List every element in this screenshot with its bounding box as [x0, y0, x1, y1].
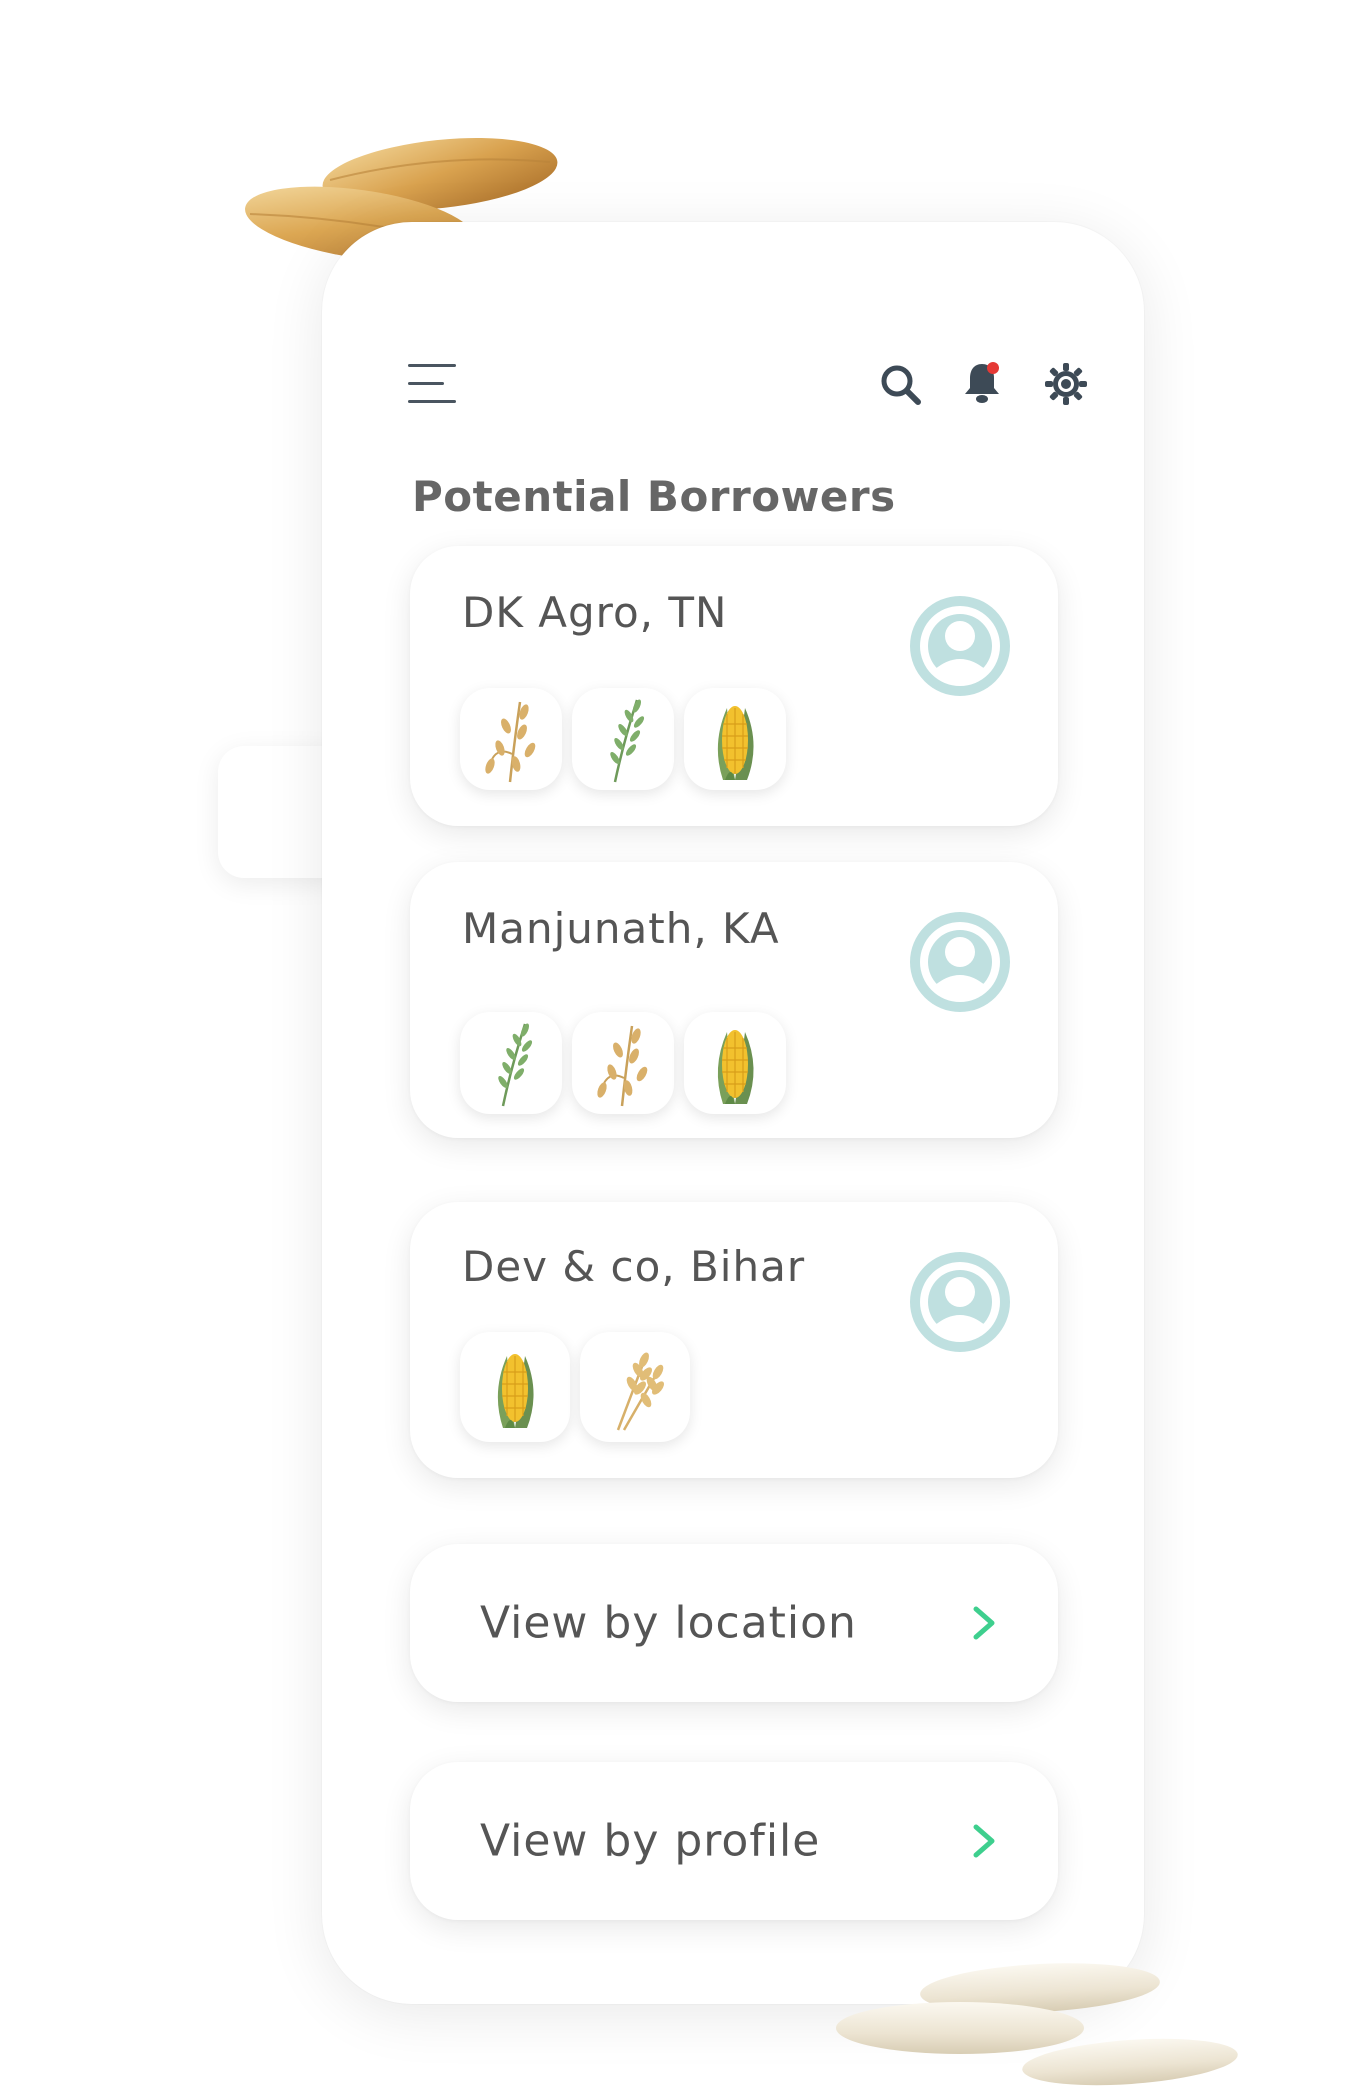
borrower-card[interactable]: Dev & co, Bihar	[410, 1202, 1058, 1478]
chevron-right-icon	[973, 1824, 995, 1858]
page-title: Potential Borrowers	[412, 472, 896, 521]
user-avatar-icon	[910, 912, 1010, 1012]
view-by-location-button[interactable]: View by location	[410, 1544, 1058, 1702]
crop-millet-icon	[460, 1012, 562, 1114]
crop-list	[460, 688, 786, 790]
view-by-profile-label: View by profile	[480, 1815, 821, 1867]
crop-millet-icon	[572, 688, 674, 790]
borrower-name: Manjunath, KA	[462, 904, 780, 953]
borrower-name: DK Agro, TN	[462, 588, 728, 637]
search-icon[interactable]	[878, 362, 922, 406]
notification-dot	[987, 362, 999, 374]
screen: Potential Borrowers DK Agro, TN Manjunat…	[0, 0, 1361, 2098]
crop-list	[460, 1012, 786, 1114]
borrower-name: Dev & co, Bihar	[462, 1242, 806, 1291]
gear-icon[interactable]	[1044, 362, 1088, 406]
view-by-location-label: View by location	[480, 1597, 857, 1649]
crop-corn-icon	[684, 688, 786, 790]
phone-frame: Potential Borrowers DK Agro, TN Manjunat…	[322, 222, 1144, 2004]
crop-list	[460, 1332, 690, 1442]
view-by-profile-button[interactable]: View by profile	[410, 1762, 1058, 1920]
chevron-right-icon	[973, 1606, 995, 1640]
borrower-card[interactable]: Manjunath, KA	[410, 862, 1058, 1138]
user-avatar-icon	[910, 1252, 1010, 1352]
crop-oat-icon	[572, 1012, 674, 1114]
rice-grain-decoration-bottom	[836, 1963, 1238, 2086]
borrower-card[interactable]: DK Agro, TN	[410, 546, 1058, 826]
user-avatar-icon	[910, 596, 1010, 696]
crop-corn-icon	[460, 1332, 570, 1442]
crop-corn-icon	[684, 1012, 786, 1114]
crop-oat-icon	[460, 688, 562, 790]
bell-icon[interactable]	[962, 360, 1002, 406]
crop-wheat-icon	[580, 1332, 690, 1442]
hamburger-menu-icon[interactable]	[408, 364, 458, 404]
